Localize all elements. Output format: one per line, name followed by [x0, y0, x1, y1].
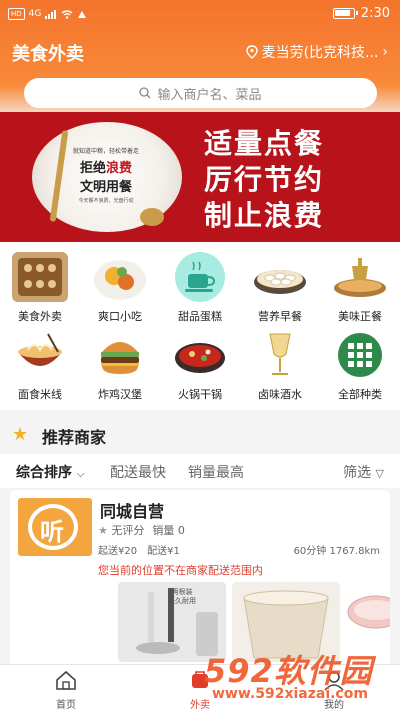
recommend-header: ★ 推荐商家 — [0, 418, 400, 450]
search-input[interactable]: 输入商户名、菜品 — [24, 78, 377, 108]
coffee-cup-icon — [175, 252, 225, 302]
plate-line3: 文明用餐 — [79, 180, 132, 195]
wifi-icon — [61, 9, 73, 19]
shop-meta: ★ 无评分 销量 0 — [98, 522, 185, 538]
promo-banner[interactable]: 就知道中粮，轻松带着走 拒绝浪费 文明用餐 今天餐不浪费，光盘行动 适量点餐 厉… — [0, 112, 400, 242]
delivery-distance: 60分钟 1767.8km — [293, 546, 380, 557]
rating-label: 无评分 — [111, 524, 145, 537]
category-label: 营养早餐 — [258, 310, 302, 323]
filter-button[interactable]: 筛选 ▽ — [343, 462, 384, 482]
crown-icon: ★ — [12, 424, 29, 445]
shop-logo: 听 — [18, 498, 92, 556]
category-item-zhaji[interactable]: 炸鸡汉堡 — [84, 330, 156, 402]
wine-glass-icon — [252, 330, 308, 380]
category-label: 火锅干锅 — [178, 388, 222, 401]
shop-fees: 起送¥20 配送¥1 — [98, 542, 180, 557]
clock: 2:30 — [360, 6, 390, 21]
signal-icon: 4G — [28, 9, 42, 19]
grid-icon — [332, 330, 388, 380]
signal-bars-icon — [45, 9, 57, 19]
location-pin-icon — [245, 45, 258, 59]
hotpot-icon — [172, 330, 228, 380]
category-label: 美味正餐 — [338, 310, 382, 323]
banner-slogan: 适量点餐 厉行节约 制止浪费 — [204, 126, 324, 234]
category-item-mianshi[interactable]: 面食米线 — [4, 330, 76, 402]
sort-default[interactable]: 综合排序 ⌵ — [16, 462, 84, 482]
page-title: 美食外卖 — [12, 44, 84, 65]
sort-bar: 综合排序 ⌵ 配送最快 销量最高 筛选 ▽ — [0, 454, 400, 488]
category-item-xiaochi[interactable]: 爽口小吃 — [84, 252, 156, 324]
noodle-bowl-icon — [12, 330, 68, 380]
notification-icon — [78, 10, 87, 18]
category-item-zaocan[interactable]: 营养早餐 — [244, 252, 316, 324]
star-icon: ★ — [98, 524, 108, 537]
out-of-range-warning: 您当前的位置不在商家配送范围内 — [98, 564, 263, 577]
sort-default-label: 综合排序 — [16, 465, 72, 481]
category-item-huoguo[interactable]: 火锅干锅 — [164, 330, 236, 402]
category-label: 美食外卖 — [18, 310, 62, 323]
burger-icon — [92, 330, 148, 380]
watermark-url: www.592xiazai.com — [212, 686, 368, 702]
category-item-zhengcan[interactable]: 美味正餐 — [324, 252, 396, 324]
filter-label: 筛选 — [343, 465, 372, 481]
chevron-down-icon: ⌵ — [76, 469, 85, 480]
location-label: 麦当劳(比克科技... — [261, 45, 379, 61]
snack-plate-icon — [92, 252, 148, 302]
rating: ★ 无评分 — [98, 522, 144, 538]
plate-line4: 今天餐不浪费，光盘行动 — [78, 198, 134, 204]
category-item-luwei[interactable]: 卤味酒水 — [244, 330, 316, 402]
slogan-line3: 制止浪费 — [204, 199, 325, 232]
plate-line1: 就知道中粮，轻松带着走 — [72, 148, 139, 155]
category-item-all[interactable]: 全部种类 — [324, 330, 396, 402]
battery-icon — [332, 8, 358, 19]
tab-home-label: 首页 — [56, 700, 76, 711]
dumpling-icon — [252, 252, 308, 302]
category-label: 卤味酒水 — [258, 388, 302, 401]
sales-count: 销量 0 — [152, 524, 185, 537]
search-placeholder: 输入商户名、菜品 — [157, 87, 262, 103]
slogan-line2: 厉行节约 — [204, 163, 325, 196]
filter-icon: ▽ — [375, 467, 384, 480]
recommend-title: 推荐商家 — [42, 428, 107, 447]
sort-fastest[interactable]: 配送最快 — [110, 462, 166, 482]
category-item-meishi[interactable]: 美食外卖 — [4, 252, 76, 324]
location-selector[interactable]: 麦当劳(比克科技... › — [245, 42, 388, 62]
plate-line2-highlight: 浪费 — [106, 161, 133, 176]
plate-line2-prefix: 拒绝 — [79, 161, 106, 176]
category-label: 全部种类 — [338, 388, 382, 401]
plate-text: 就知道中粮，轻松带着走 拒绝浪费 文明用餐 今天餐不浪费，光盘行动 — [56, 146, 156, 204]
sort-bestsell[interactable]: 销量最高 — [188, 462, 244, 482]
product-label: 两根装 经久耐用 — [168, 588, 196, 605]
chevron-right-icon: › — [382, 44, 388, 60]
home-icon — [56, 670, 76, 690]
hotpot-dish-icon — [332, 252, 388, 302]
shop-name: 同城自营 — [100, 502, 165, 521]
waffle-icon — [12, 252, 68, 302]
category-label: 爽口小吃 — [98, 310, 142, 323]
category-label: 炸鸡汉堡 — [98, 388, 142, 401]
min-order: 起送¥20 — [98, 546, 138, 557]
tab-home[interactable]: 首页 — [36, 669, 96, 711]
hd-badge: HD — [8, 8, 25, 20]
watermark: 592软件园 www.592xiazai.com — [198, 636, 398, 708]
category-grid: 美食外卖 爽口小吃 甜品蛋糕 营养早餐 美味正餐 面食米线 炸鸡汉堡 火锅干锅 … — [0, 242, 400, 410]
slogan-line1: 适量点餐 — [204, 127, 325, 160]
logo-glyph: 听 — [40, 518, 64, 546]
category-label: 甜品蛋糕 — [178, 310, 222, 323]
plate-line2: 拒绝浪费 — [56, 157, 156, 176]
search-icon — [139, 87, 151, 99]
status-bar: HD 4G 2:30 — [0, 0, 400, 28]
spoon-icon — [140, 208, 164, 226]
delivery-fee: 配送¥1 — [147, 546, 180, 557]
category-item-tianpin[interactable]: 甜品蛋糕 — [164, 252, 236, 324]
category-label: 面食米线 — [18, 388, 62, 401]
